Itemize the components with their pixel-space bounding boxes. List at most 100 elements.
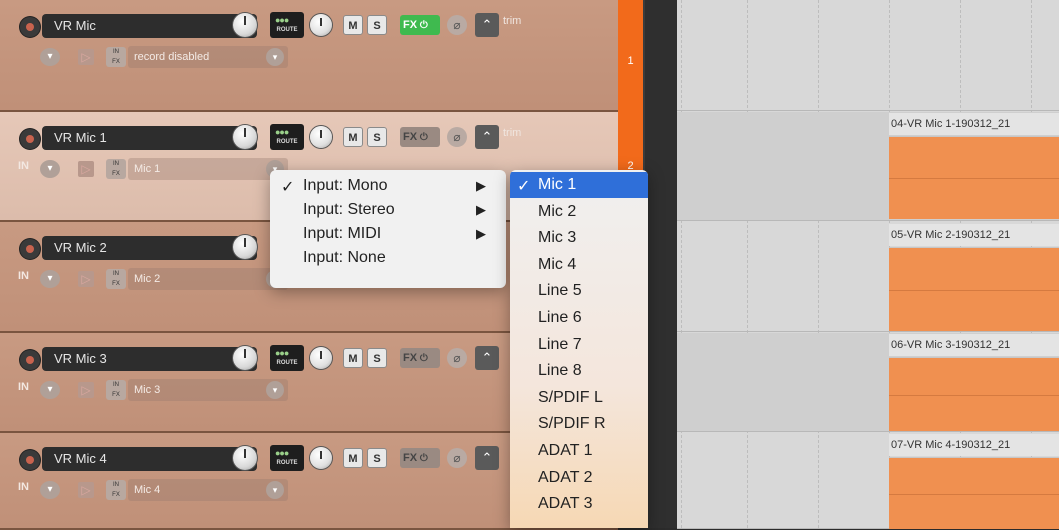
- record-mode-icon[interactable]: ▷: [78, 49, 94, 65]
- fx-bypass-icon: ⏻: [417, 453, 428, 464]
- input-row: IN ▾ ▷ IN FX Mic 1 ▾: [18, 158, 288, 180]
- submenu-item-input-channel[interactable]: ✓ Mic 1: [510, 172, 648, 198]
- submenu-item-input-channel[interactable]: Line 5: [510, 278, 648, 304]
- phase-invert-button[interactable]: ⌀: [447, 127, 467, 147]
- solo-button[interactable]: S: [367, 127, 387, 147]
- track-lane[interactable]: [677, 0, 1059, 111]
- record-arm-button[interactable]: [20, 129, 40, 149]
- track-panel[interactable]: VR Mic ●●● ROUTE M S FX ⏻ ⌀ ⌃ trim ▾ ▷ IN FX record d…: [0, 0, 618, 112]
- input-fx-icon[interactable]: IN FX: [106, 480, 126, 500]
- volume-knob[interactable]: [233, 446, 257, 470]
- envelope-icon[interactable]: ⌃: [475, 346, 499, 370]
- solo-button[interactable]: S: [367, 15, 387, 35]
- route-button[interactable]: ●●● ROUTE: [270, 12, 304, 38]
- route-button[interactable]: ●●● ROUTE: [270, 124, 304, 150]
- solo-button[interactable]: S: [367, 348, 387, 368]
- track-name-field[interactable]: VR Mic 1: [42, 126, 257, 150]
- submenu-item-input-channel[interactable]: Line 8: [510, 358, 648, 384]
- envelope-icon[interactable]: ⌃: [475, 125, 499, 149]
- record-mode-icon[interactable]: ▷: [78, 161, 94, 177]
- input-fx-icon[interactable]: IN FX: [106, 380, 126, 400]
- input-selector[interactable]: record disabled ▾: [128, 46, 288, 68]
- volume-knob[interactable]: [233, 346, 257, 370]
- submenu-item-label: Line 7: [538, 335, 582, 353]
- menu-item-input[interactable]: ✓ Input: Mono ▶: [270, 174, 506, 198]
- mute-button[interactable]: M: [343, 448, 363, 468]
- pan-knob[interactable]: [310, 347, 332, 369]
- phase-invert-button[interactable]: ⌀: [447, 348, 467, 368]
- pan-knob[interactable]: [310, 447, 332, 469]
- fx-button[interactable]: FX ⏻: [400, 348, 440, 368]
- submenu-item-label: Mic 2: [538, 202, 577, 220]
- submenu-item-input-channel[interactable]: Mic 4: [510, 252, 648, 278]
- input-fx-icon[interactable]: IN FX: [106, 47, 126, 67]
- track-name-field[interactable]: VR Mic: [42, 14, 257, 38]
- input-label: IN: [18, 270, 29, 282]
- pan-knob[interactable]: [310, 14, 332, 36]
- menu-item-input[interactable]: Input: Stereo ▶: [270, 198, 506, 222]
- mute-button[interactable]: M: [343, 127, 363, 147]
- arrange-view[interactable]: 04-VR Mic 1-190312_21 05-VR Mic 2-190312_…: [677, 0, 1059, 529]
- record-arm-button[interactable]: [20, 450, 40, 470]
- media-item[interactable]: 07-VR Mic 4-190312_21: [889, 434, 1059, 529]
- phase-invert-button[interactable]: ⌀: [447, 448, 467, 468]
- fx-button[interactable]: FX ⏻: [400, 15, 440, 35]
- menu-item-label: Input: Mono: [303, 177, 388, 194]
- route-button[interactable]: ●●● ROUTE: [270, 345, 304, 371]
- fx-label: FX: [403, 452, 418, 464]
- menu-item-input[interactable]: Input: None: [270, 246, 506, 270]
- monitor-button[interactable]: ▾: [40, 160, 60, 178]
- track-number: 1: [627, 55, 634, 67]
- menu-item-input[interactable]: Input: MIDI ▶: [270, 222, 506, 246]
- fx-button[interactable]: FX ⏻: [400, 127, 440, 147]
- track-name-field[interactable]: VR Mic 3: [42, 347, 257, 371]
- mute-button[interactable]: M: [343, 348, 363, 368]
- record-arm-button[interactable]: [20, 239, 40, 259]
- record-arm-button[interactable]: [20, 17, 40, 37]
- record-mode-icon[interactable]: ▷: [78, 271, 94, 287]
- envelope-icon[interactable]: ⌃: [475, 446, 499, 470]
- route-button[interactable]: ●●● ROUTE: [270, 445, 304, 471]
- phase-invert-button[interactable]: ⌀: [447, 15, 467, 35]
- monitor-button[interactable]: ▾: [40, 48, 60, 66]
- monitor-button[interactable]: ▾: [40, 270, 60, 288]
- monitor-button[interactable]: ▾: [40, 381, 60, 399]
- media-item[interactable]: 04-VR Mic 1-190312_21: [889, 113, 1059, 219]
- input-name: Mic 1: [134, 163, 161, 175]
- input-selector[interactable]: Mic 2▾: [128, 268, 288, 290]
- submenu-item-input-channel[interactable]: Mic 3: [510, 225, 648, 251]
- submenu-item-input-channel[interactable]: Mic 2: [510, 199, 648, 225]
- record-mode-icon[interactable]: ▷: [78, 382, 94, 398]
- meter-icon: ●●●: [275, 448, 289, 458]
- volume-knob[interactable]: [233, 13, 257, 37]
- media-item[interactable]: 06-VR Mic 3-190312_21: [889, 334, 1059, 431]
- solo-button[interactable]: S: [367, 448, 387, 468]
- submenu-item-input-channel[interactable]: Line 7: [510, 332, 648, 358]
- input-fx-icon[interactable]: IN FX: [106, 269, 126, 289]
- input-selector[interactable]: Mic 4 ▾: [128, 479, 288, 501]
- submenu-item-input-channel[interactable]: ADAT 3: [510, 491, 648, 517]
- submenu-item-input-channel[interactable]: S/PDIF R: [510, 411, 648, 437]
- input-selector[interactable]: Mic 1 ▾: [128, 158, 288, 180]
- input-fx-icon[interactable]: IN FX: [106, 159, 126, 179]
- record-arm-button[interactable]: [20, 350, 40, 370]
- submenu-item-input-channel[interactable]: ADAT 2: [510, 465, 648, 491]
- submenu-item-input-channel[interactable]: Line 6: [510, 305, 648, 331]
- panel-divider[interactable]: [643, 0, 679, 528]
- envelope-icon[interactable]: ⌃: [475, 13, 499, 37]
- submenu-item-label: Line 6: [538, 309, 582, 326]
- mute-button[interactable]: M: [343, 15, 363, 35]
- media-item[interactable]: 05-VR Mic 2-190312_21: [889, 224, 1059, 331]
- monitor-button[interactable]: ▾: [40, 481, 60, 499]
- pan-knob[interactable]: [310, 126, 332, 148]
- submenu-item-input-channel[interactable]: ADAT 1: [510, 438, 648, 464]
- route-label: ROUTE: [276, 139, 298, 145]
- track-name-field[interactable]: VR Mic 4: [42, 447, 257, 471]
- submenu-item-input-channel[interactable]: S/PDIF L: [510, 385, 648, 411]
- record-mode-icon[interactable]: ▷: [78, 482, 94, 498]
- fx-button[interactable]: FX ⏻: [400, 448, 440, 468]
- track-name-field[interactable]: VR Mic 2: [42, 236, 257, 260]
- volume-knob[interactable]: [233, 125, 257, 149]
- input-selector[interactable]: Mic 3 ▾: [128, 379, 288, 401]
- volume-knob[interactable]: [233, 235, 257, 259]
